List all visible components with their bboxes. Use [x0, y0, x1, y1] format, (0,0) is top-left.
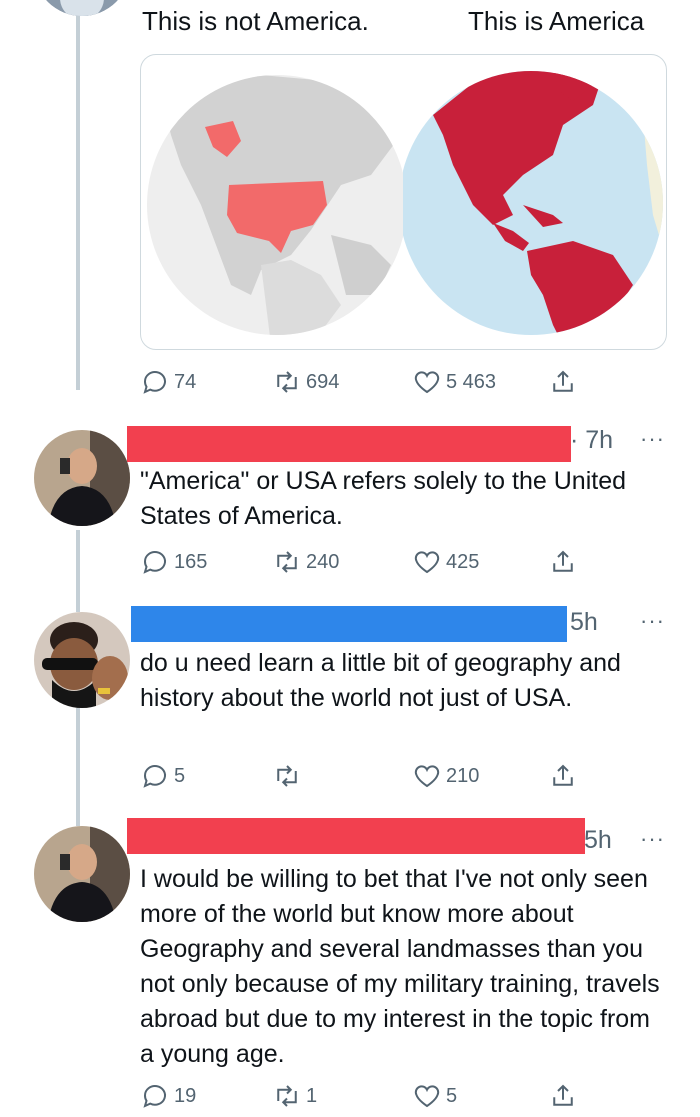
heart-icon [414, 765, 440, 788]
tweet-text: do u need learn a little bit of geograph… [140, 649, 621, 712]
avatar-image [34, 0, 130, 16]
tweet-time: 5h [584, 826, 612, 854]
tweet-text: I would be willing to bet that I've not … [140, 865, 660, 1068]
tweet-time: 5h [570, 608, 598, 636]
retweet-count: 694 [306, 370, 340, 393]
avatar-image [34, 430, 130, 526]
reply-icon [143, 1085, 166, 1108]
heart-icon [414, 551, 440, 574]
redacted-username [127, 818, 585, 854]
avatar[interactable] [34, 612, 130, 708]
reply-icon [143, 765, 166, 788]
map-caption-left: This is not America. [142, 6, 369, 36]
globe-americas-image [403, 71, 663, 335]
tweet-actions: 165 240 425 [140, 544, 660, 580]
share-button[interactable] [548, 544, 578, 580]
reply-count: 5 [174, 764, 186, 787]
share-button[interactable] [548, 364, 578, 400]
retweet-button[interactable]: 694 [272, 364, 339, 400]
reply-icon [143, 371, 166, 394]
retweet-icon [277, 1085, 297, 1107]
retweet-button[interactable] [272, 758, 306, 794]
reply-button[interactable]: 74 [140, 364, 196, 400]
heart-icon [414, 371, 440, 394]
like-button[interactable]: 5 463 [412, 364, 496, 400]
share-button[interactable] [548, 1078, 578, 1114]
map-image-card[interactable] [140, 54, 667, 350]
avatar[interactable] [34, 826, 130, 922]
retweet-count: 240 [306, 550, 340, 573]
like-count: 5 463 [446, 370, 497, 393]
more-icon[interactable]: ··· [640, 426, 665, 452]
share-button[interactable] [548, 758, 578, 794]
retweet-icon [277, 371, 297, 393]
more-icon[interactable]: ··· [640, 608, 665, 634]
avatar[interactable] [34, 430, 130, 526]
tweet-actions: 74 694 5 463 [140, 364, 660, 400]
tweet-actions: 5 210 [140, 758, 660, 794]
reply-button[interactable]: 5 [140, 758, 185, 794]
redacted-username [127, 426, 571, 462]
retweet-button[interactable]: 1 [272, 1078, 317, 1114]
share-icon [553, 1084, 573, 1106]
avatar-image [34, 826, 130, 922]
thread-line [76, 708, 80, 826]
retweet-button[interactable]: 240 [272, 544, 339, 580]
like-button[interactable]: 5 [412, 1078, 457, 1114]
retweet-icon [277, 765, 297, 787]
retweet-icon [277, 551, 297, 573]
reply-count: 19 [174, 1084, 197, 1107]
more-icon[interactable]: ··· [640, 826, 665, 852]
like-button[interactable]: 425 [412, 544, 479, 580]
map-caption-right: This is America [468, 6, 645, 36]
like-count: 5 [446, 1084, 458, 1107]
share-icon [553, 370, 573, 392]
reply-icon [143, 551, 166, 574]
thread-line [76, 530, 80, 612]
like-count: 210 [446, 764, 480, 787]
tweet-actions: 19 1 5 [140, 1078, 660, 1114]
heart-icon [414, 1085, 440, 1108]
avatar-image [34, 612, 130, 708]
like-button[interactable]: 210 [412, 758, 479, 794]
reply-count: 165 [174, 550, 208, 573]
reply-button[interactable]: 165 [140, 544, 207, 580]
reply-button[interactable]: 19 [140, 1078, 196, 1114]
thread-line [76, 16, 80, 390]
share-icon [553, 764, 573, 786]
globe-usa-image [147, 75, 403, 335]
tweet-text: "America" or USA refers solely to the Un… [140, 467, 626, 530]
tweet-time: · 7h [570, 426, 614, 454]
redacted-username [131, 606, 567, 642]
retweet-count: 1 [306, 1084, 318, 1107]
avatar-top-partial[interactable] [34, 0, 130, 16]
share-icon [553, 550, 573, 572]
like-count: 425 [446, 550, 480, 573]
reply-count: 74 [174, 370, 197, 393]
